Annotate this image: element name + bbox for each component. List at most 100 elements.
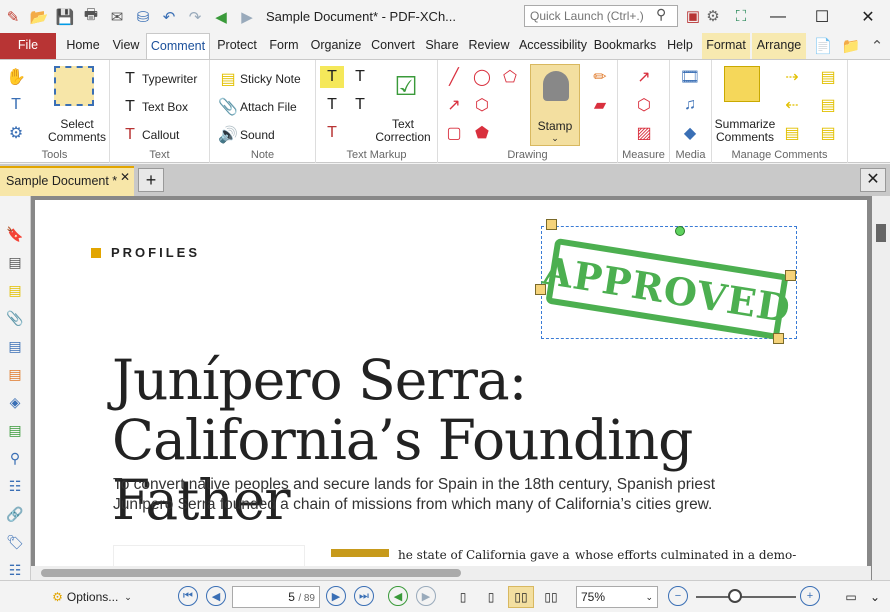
quick-launch-input[interactable] (524, 5, 678, 27)
undo-icon[interactable]: ↶ (156, 4, 182, 30)
tab-review[interactable]: Review (466, 33, 512, 59)
page-number-input[interactable]: 5 / 89 (232, 586, 320, 608)
tab-comment[interactable]: Comment (146, 33, 210, 59)
select-comments-icon[interactable] (54, 66, 94, 106)
summarize-comments-label[interactable]: Summarize Comments (712, 118, 778, 144)
facing-pages-icon[interactable]: ▯▯ (508, 586, 534, 608)
tab-share[interactable]: Share (422, 33, 462, 59)
arrow-icon[interactable]: ↗ (442, 94, 466, 116)
attachments-icon[interactable]: 📎 (5, 308, 25, 328)
document-properties-icon[interactable]: 📄 (810, 33, 836, 59)
flatten-comments-icon[interactable]: ▤ (816, 122, 840, 144)
maximize-button[interactable]: ☐ (800, 0, 844, 33)
print-icon[interactable]: 🖶 (78, 4, 104, 30)
tab-organize[interactable]: Organize (308, 33, 364, 59)
back-icon[interactable]: ◀ (208, 4, 234, 30)
comment-styles-icon[interactable]: ▤ (780, 122, 804, 144)
settings-icon[interactable]: ⚙ (700, 3, 726, 29)
minimize-button[interactable]: — (756, 0, 800, 33)
file-tab[interactable]: File (0, 33, 56, 59)
layers-icon[interactable]: ◈ (5, 392, 25, 412)
document-tab[interactable]: Sample Document * ✕ (0, 166, 134, 196)
signatures-icon[interactable]: ▤ (5, 364, 25, 384)
fit-page-icon[interactable]: ▭ (840, 586, 862, 608)
area-icon[interactable]: ▨ (632, 122, 656, 144)
highlight-icon[interactable]: T (320, 66, 344, 88)
content-icon[interactable]: ▤ (5, 336, 25, 356)
redo-icon[interactable]: ↷ (182, 4, 208, 30)
app-icon[interactable]: ✎ (0, 4, 26, 30)
comments-icon[interactable]: ▤ (5, 280, 25, 300)
summarize-comments-icon[interactable] (724, 66, 760, 102)
tags-icon[interactable]: 🏷 (5, 532, 25, 552)
close-document-button[interactable]: ✕ (860, 168, 886, 192)
video-icon[interactable]: 🎞 (678, 66, 702, 88)
scan-icon[interactable]: ⛁ (130, 4, 156, 30)
tab-convert[interactable]: Convert (368, 33, 418, 59)
horizontal-scroll-thumb[interactable] (41, 569, 461, 577)
pencil-icon[interactable]: ✏ (588, 66, 612, 88)
import-comments-icon[interactable]: ⇢ (780, 66, 804, 88)
tab-view[interactable]: View (108, 33, 144, 59)
previous-page-button[interactable]: ◀ (206, 586, 226, 606)
new-tab-button[interactable]: + (138, 168, 164, 192)
show-comments-icon[interactable]: ▤ (816, 94, 840, 116)
pdf-page[interactable]: PROFILES Junípero Serra: California’s Fo… (35, 200, 867, 580)
resize-handle-br[interactable] (773, 333, 784, 344)
open-folder-icon[interactable]: 📂 (26, 4, 52, 30)
bookmarks-icon[interactable]: 🔖 (5, 224, 25, 244)
text-correction-icon[interactable]: ☑ (388, 68, 424, 104)
oval-icon[interactable]: ◯ (470, 66, 494, 88)
replace-text-icon[interactable]: T (320, 122, 344, 144)
zoom-in-button[interactable]: + (800, 586, 820, 606)
typewriter-button[interactable]: T Typewriter (118, 68, 197, 90)
3d-icon[interactable]: ◆ (678, 122, 702, 144)
select-text-icon[interactable]: T (4, 94, 28, 116)
destinations-icon[interactable]: ⚲ (5, 448, 25, 468)
tab-home[interactable]: Home (62, 33, 104, 59)
strikeout-icon[interactable]: T (320, 94, 344, 116)
stamp-button[interactable]: Stamp ⌄ (530, 64, 580, 146)
email-icon[interactable]: ✉ (104, 4, 130, 30)
resize-handle-bl[interactable] (535, 284, 546, 295)
close-button[interactable]: ✕ (846, 0, 890, 33)
text-correction-label[interactable]: Text Correction (368, 118, 438, 144)
squiggly-icon[interactable]: T (348, 94, 372, 116)
close-tab-icon[interactable]: ✕ (120, 170, 130, 184)
first-page-button[interactable]: ⏮ (178, 586, 198, 606)
polyline-icon[interactable]: ⬡ (470, 94, 494, 116)
save-icon[interactable]: 💾 (52, 4, 78, 30)
tab-protect[interactable]: Protect (214, 33, 260, 59)
continuous-facing-icon[interactable]: ▯▯ (538, 586, 564, 608)
open-folder-icon[interactable]: 📁 (838, 33, 864, 59)
eraser-icon[interactable]: ▰ (588, 94, 612, 116)
zoom-out-button[interactable]: − (668, 586, 688, 606)
attach-file-button[interactable]: 📎 Attach File (216, 96, 297, 118)
tab-help[interactable]: Help (662, 33, 698, 59)
distance-icon[interactable]: ↗ (632, 66, 656, 88)
select-comments-label[interactable]: Select Comments (44, 118, 110, 144)
vertical-scrollbar[interactable] (872, 196, 890, 580)
links-icon[interactable]: 🔗 (5, 504, 25, 524)
tab-format[interactable]: Format (702, 33, 750, 59)
export-comments-icon[interactable]: ⇠ (780, 94, 804, 116)
previous-view-button[interactable]: ◀ (388, 586, 408, 606)
options-button[interactable]: ⚙ Options... ⌄ (44, 586, 140, 608)
articles-icon[interactable]: ☷ (5, 560, 25, 580)
tab-bookmarks[interactable]: Bookmarks (592, 33, 658, 59)
cloud-icon[interactable]: ⬟ (470, 122, 494, 144)
forward-icon[interactable]: ▶ (234, 4, 260, 30)
horizontal-scrollbar[interactable] (31, 566, 871, 580)
tab-arrange[interactable]: Arrange (752, 33, 806, 59)
more-options-icon[interactable]: ⌄ (866, 586, 884, 608)
vertical-scroll-thumb[interactable] (876, 224, 886, 242)
structure-icon[interactable]: ☷ (5, 476, 25, 496)
fields-icon[interactable]: ▤ (5, 420, 25, 440)
document-area[interactable]: PROFILES Junípero Serra: California’s Fo… (31, 196, 890, 580)
tab-accessibility[interactable]: Accessibility (516, 33, 590, 59)
zoom-slider-track[interactable] (696, 596, 796, 598)
next-page-button[interactable]: ▶ (326, 586, 346, 606)
thumbnails-icon[interactable]: ▤ (5, 252, 25, 272)
hand-icon[interactable]: ✋ (4, 66, 28, 88)
line-icon[interactable]: ╱ (442, 66, 466, 88)
